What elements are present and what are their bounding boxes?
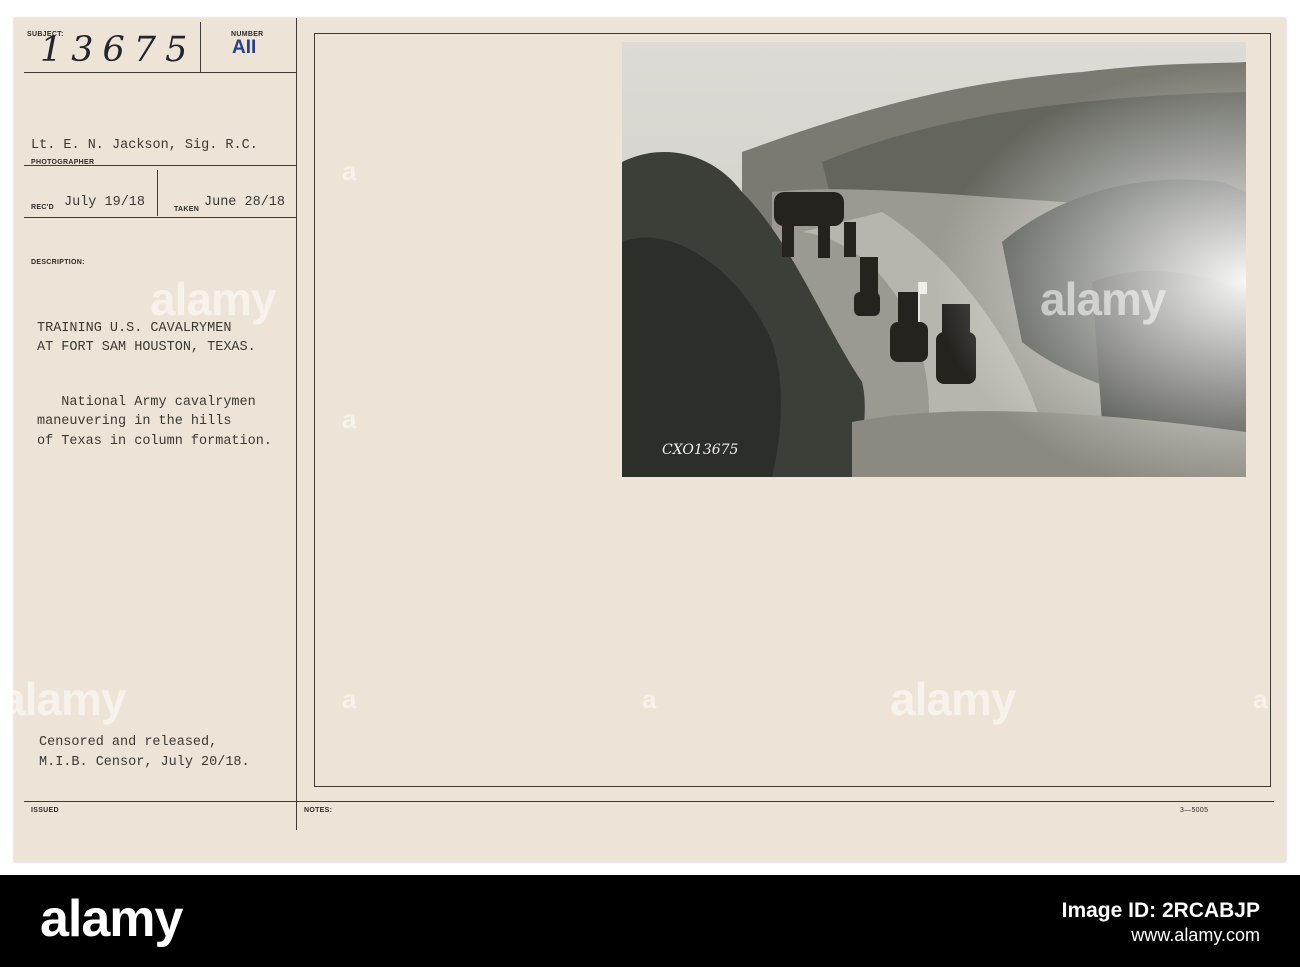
image-id-block: Image ID: 2RCABJP www.alamy.com (1062, 899, 1260, 947)
subject-number: 13675 (40, 30, 197, 70)
taken-label: TAKEN (174, 206, 200, 213)
date-row-rule (24, 217, 296, 218)
watermark-badge: a (342, 404, 357, 434)
description-body-line-2: maneuvering in the hills (37, 414, 232, 429)
censor-line-2: M.I.B. Censor, July 20/18. (39, 755, 250, 770)
description-label: DESCRIPTION: (31, 259, 85, 266)
censor-line-1: Censored and released, (39, 735, 218, 750)
subject-row-rule (24, 72, 296, 73)
watermark-badge: a (342, 156, 357, 186)
issued-label: ISSUED (31, 807, 59, 814)
description-body-line-1: National Army cavalrymen (37, 395, 256, 410)
watermark-badge: a (1253, 684, 1268, 714)
notes-label: NOTES: (304, 807, 333, 814)
date-divider (157, 170, 158, 216)
watermark-text: alamy (0, 673, 126, 725)
watermark-badge: a (642, 684, 657, 714)
photographer-value: Lt. E. N. Jackson, Sig. R.C. (31, 138, 258, 153)
alamy-logo: alamy (40, 890, 183, 948)
image-id: Image ID: 2RCABJP (1061, 899, 1260, 922)
record-card: SUBJECT: 13675 NUMBER AII Lt. E. N. Jack… (14, 18, 1286, 862)
description-body-line-3: of Texas in column formation. (37, 434, 272, 449)
taken-date: June 28/18 (204, 195, 286, 210)
cavalry-scene (622, 42, 1246, 477)
form-number: 3—5005 (1180, 807, 1209, 814)
number-stamp: AII (232, 37, 257, 58)
stock-footer-banner: alamy Image ID: 2RCABJP www.alamy.com (0, 875, 1300, 967)
description-title-line-2: AT FORT SAM HOUSTON, TEXAS. (37, 340, 256, 355)
watermark-text: alamy (1040, 273, 1166, 325)
cavalry-photograph: CXO13675 (622, 42, 1246, 477)
column-divider (296, 18, 297, 830)
watermark-badge: a (342, 684, 357, 714)
bottom-rule (24, 801, 1274, 802)
watermark-text: alamy (150, 273, 276, 325)
stock-url: www.alamy.com (1131, 925, 1260, 945)
watermark-text: alamy (890, 673, 1016, 725)
recd-date: July 19/18 (64, 195, 146, 210)
photographer-label: PHOTOGRAPHER (31, 159, 95, 166)
recd-label: REC'D (31, 204, 54, 211)
photo-number: CXO13675 (662, 442, 739, 458)
subject-number-divider (200, 22, 201, 72)
